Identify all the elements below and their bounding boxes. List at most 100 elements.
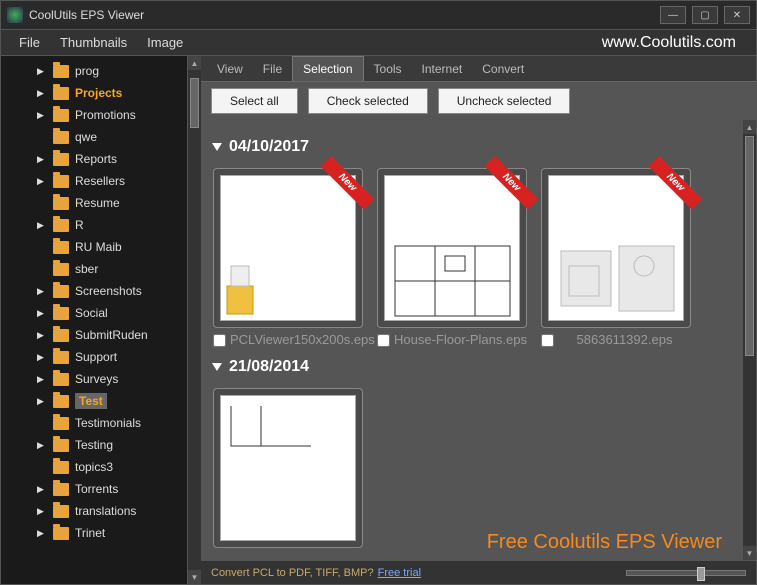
- folder-node[interactable]: qwe: [1, 126, 187, 148]
- gallery-scrollbar[interactable]: ▲ ▼: [742, 120, 756, 560]
- expand-arrow-icon[interactable]: ▶: [37, 528, 47, 539]
- thumbnail-item[interactable]: NewHouse-Floor-Plans.eps: [377, 168, 527, 348]
- expand-arrow-icon[interactable]: ▶: [37, 110, 47, 121]
- folder-node[interactable]: ▶Promotions: [1, 104, 187, 126]
- thumbnail-checkbox[interactable]: [541, 334, 554, 347]
- scroll-down-icon[interactable]: ▼: [188, 570, 201, 584]
- folder-node[interactable]: ▶ Trinet: [1, 522, 187, 544]
- folder-icon: [53, 197, 69, 210]
- folder-node[interactable]: Testimonials: [1, 412, 187, 434]
- select-all-button[interactable]: Select all: [211, 88, 298, 114]
- scrollbar-thumb[interactable]: [190, 78, 199, 128]
- folder-node[interactable]: sber: [1, 258, 187, 280]
- thumbnail-frame[interactable]: New: [377, 168, 527, 328]
- folder-tree-sidebar: ▶prog▶Projects▶Promotionsqwe▶Reports▶Res…: [1, 56, 201, 584]
- folder-node[interactable]: ▶translations: [1, 500, 187, 522]
- window-title: CoolUtils EPS Viewer: [29, 8, 654, 22]
- expand-arrow-icon[interactable]: ▶: [37, 506, 47, 517]
- folder-node[interactable]: ▶R: [1, 214, 187, 236]
- tab-view[interactable]: View: [207, 57, 253, 81]
- thumbnail-item[interactable]: New5863611392.eps: [541, 168, 691, 348]
- thumbnail-checkbox[interactable]: [377, 334, 390, 347]
- selection-toolbar: Select all Check selected Uncheck select…: [201, 82, 756, 120]
- folder-label: Torrents: [75, 482, 118, 496]
- folder-node[interactable]: ▶ Test: [1, 390, 187, 412]
- thumbnail-item[interactable]: [213, 388, 363, 548]
- collapse-icon[interactable]: [212, 143, 222, 151]
- folder-node[interactable]: RU Maib: [1, 236, 187, 258]
- minimize-button[interactable]: —: [660, 6, 686, 24]
- folder-node[interactable]: ▶Surveys: [1, 368, 187, 390]
- collapse-icon[interactable]: [212, 363, 222, 371]
- zoom-slider[interactable]: [626, 570, 746, 576]
- uncheck-selected-button[interactable]: Uncheck selected: [438, 88, 571, 114]
- close-button[interactable]: ✕: [724, 6, 750, 24]
- menu-file[interactable]: File: [9, 32, 50, 53]
- tab-internet[interactable]: Internet: [412, 57, 473, 81]
- folder-icon: [53, 527, 69, 540]
- tab-tools[interactable]: Tools: [364, 57, 412, 81]
- expand-arrow-icon[interactable]: ▶: [37, 330, 47, 341]
- folder-node[interactable]: ▶Resellers: [1, 170, 187, 192]
- folder-node[interactable]: topics3: [1, 456, 187, 478]
- folder-tree[interactable]: ▶prog▶Projects▶Promotionsqwe▶Reports▶Res…: [1, 56, 187, 584]
- thumbnail-preview: [384, 175, 520, 321]
- scrollbar-thumb[interactable]: [745, 136, 754, 356]
- expand-arrow-icon[interactable]: ▶: [37, 374, 47, 385]
- thumbnail-frame[interactable]: New: [213, 168, 363, 328]
- zoom-knob[interactable]: [697, 567, 705, 581]
- thumbnail-preview: [548, 175, 684, 321]
- folder-icon: [53, 307, 69, 320]
- folder-icon: [53, 329, 69, 342]
- folder-node[interactable]: ▶Testing: [1, 434, 187, 456]
- folder-icon: [53, 461, 69, 474]
- folder-label: Screenshots: [75, 284, 142, 298]
- folder-node[interactable]: ▶ Projects: [1, 82, 187, 104]
- expand-arrow-icon[interactable]: ▶: [37, 286, 47, 297]
- folder-label: prog: [75, 64, 99, 78]
- scroll-up-icon[interactable]: ▲: [743, 120, 756, 134]
- check-selected-button[interactable]: Check selected: [308, 88, 428, 114]
- scroll-up-icon[interactable]: ▲: [188, 56, 201, 70]
- folder-node[interactable]: ▶ Torrents: [1, 478, 187, 500]
- expand-arrow-icon[interactable]: ▶: [37, 220, 47, 231]
- thumbnail-item[interactable]: NewPCLViewer150x200s.eps: [213, 168, 363, 348]
- menu-image[interactable]: Image: [137, 32, 193, 53]
- date-group-header[interactable]: 04/10/2017: [213, 138, 730, 156]
- expand-arrow-icon[interactable]: ▶: [37, 308, 47, 319]
- folder-node[interactable]: ▶ Screenshots: [1, 280, 187, 302]
- expand-arrow-icon[interactable]: ▶: [37, 176, 47, 187]
- folder-label: Trinet: [75, 526, 105, 540]
- folder-icon: [53, 285, 69, 298]
- maximize-button[interactable]: ▢: [692, 6, 718, 24]
- expand-arrow-icon[interactable]: ▶: [37, 352, 47, 363]
- folder-label: Projects: [75, 86, 122, 100]
- folder-label: Reports: [75, 152, 117, 166]
- scroll-down-icon[interactable]: ▼: [743, 546, 756, 560]
- folder-node[interactable]: ▶Social: [1, 302, 187, 324]
- expand-arrow-icon[interactable]: ▶: [37, 440, 47, 451]
- menubar: File Thumbnails Image www.Coolutils.com: [0, 30, 757, 56]
- menu-thumbnails[interactable]: Thumbnails: [50, 32, 137, 53]
- sidebar-scrollbar[interactable]: ▲ ▼: [187, 56, 201, 584]
- tab-convert[interactable]: Convert: [472, 57, 534, 81]
- expand-arrow-icon[interactable]: ▶: [37, 88, 47, 99]
- free-trial-link[interactable]: Free trial: [378, 567, 421, 579]
- folder-node[interactable]: ▶ Reports: [1, 148, 187, 170]
- tab-file[interactable]: File: [253, 57, 292, 81]
- expand-arrow-icon[interactable]: ▶: [37, 154, 47, 165]
- folder-node[interactable]: ▶ prog: [1, 60, 187, 82]
- folder-node[interactable]: ▶Support: [1, 346, 187, 368]
- tab-selection[interactable]: Selection: [292, 56, 363, 81]
- folder-label: Test: [75, 393, 107, 409]
- thumbnail-checkbox[interactable]: [213, 334, 226, 347]
- folder-node[interactable]: ▶SubmitRuden: [1, 324, 187, 346]
- date-group-header[interactable]: 21/08/2014: [213, 358, 730, 376]
- thumbnail-frame[interactable]: [213, 388, 363, 548]
- folder-node[interactable]: Resume: [1, 192, 187, 214]
- expand-arrow-icon[interactable]: ▶: [37, 66, 47, 77]
- expand-arrow-icon[interactable]: ▶: [37, 396, 47, 407]
- expand-arrow-icon[interactable]: ▶: [37, 484, 47, 495]
- brand-url[interactable]: www.Coolutils.com: [602, 34, 748, 52]
- thumbnail-frame[interactable]: New: [541, 168, 691, 328]
